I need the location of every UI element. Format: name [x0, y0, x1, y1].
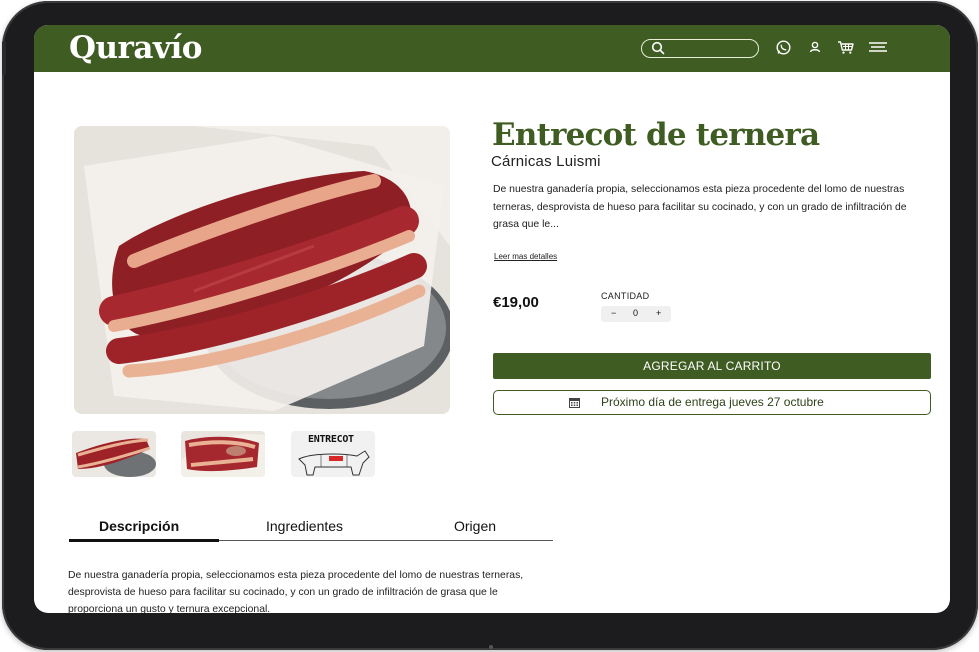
delivery-text: Próximo día de entrega jueves 27 octubre — [601, 395, 824, 409]
increase-quantity-button[interactable]: + — [656, 308, 661, 318]
tablet-frame: Quravío ENTRECOT Entrecot de ternera Cár… — [2, 1, 978, 650]
product-main-image[interactable] — [74, 126, 450, 414]
search-input[interactable] — [641, 39, 759, 58]
tab-content-description: De nuestra ganadería propia, seleccionam… — [68, 570, 524, 613]
brand-logo[interactable]: Quravío — [69, 30, 202, 66]
active-tab-indicator — [69, 539, 219, 542]
tablet-side-button — [2, 41, 6, 75]
product-brand: Cárnicas Luismi — [491, 153, 601, 170]
menu-icon[interactable] — [868, 39, 888, 55]
read-more-link[interactable]: Leer mas detalles — [494, 252, 557, 261]
thumbnail-3[interactable]: ENTRECOT — [291, 431, 375, 477]
tab-ingredientes[interactable]: Ingredientes — [266, 518, 343, 534]
decrease-quantity-button[interactable]: − — [611, 308, 616, 318]
tablet-sensor — [489, 645, 493, 649]
calendar-icon — [569, 398, 580, 408]
search-icon — [651, 41, 665, 55]
thumbnail-1[interactable] — [72, 431, 156, 477]
delivery-info-box: Próximo día de entrega jueves 27 octubre — [493, 390, 931, 415]
tab-descripcion[interactable]: Descripción — [99, 518, 179, 534]
cart-icon[interactable] — [837, 39, 855, 55]
quantity-stepper: − 0 + — [601, 306, 671, 322]
quantity-label: CANTIDAD — [601, 291, 650, 301]
tab-origen[interactable]: Origen — [454, 518, 496, 534]
screen: Quravío ENTRECOT Entrecot de ternera Cár… — [34, 25, 950, 613]
site-header: Quravío — [34, 25, 950, 72]
product-price: €19,00 — [493, 294, 539, 311]
add-to-cart-button[interactable]: AGREGAR AL CARRITO — [493, 353, 931, 379]
product-title: Entrecot de ternera — [492, 117, 820, 153]
product-short-description: De nuestra ganadería propia, seleccionam… — [493, 184, 907, 230]
thumbnail-label: ENTRECOT — [308, 434, 354, 445]
whatsapp-icon[interactable] — [775, 39, 792, 56]
thumbnail-2[interactable] — [181, 431, 265, 477]
user-icon[interactable] — [807, 39, 823, 55]
quantity-value[interactable]: 0 — [633, 308, 638, 318]
